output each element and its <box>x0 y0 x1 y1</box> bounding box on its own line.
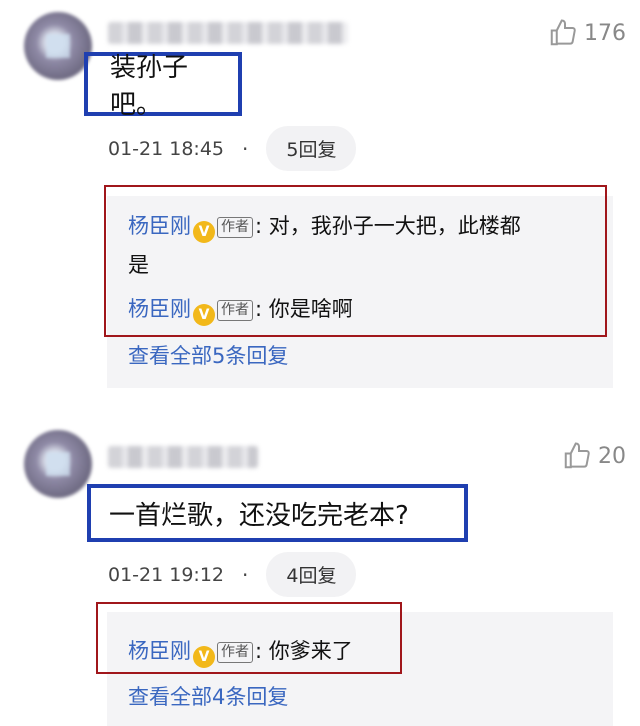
reply-text-continued: 是 <box>128 253 149 277</box>
reply-text: : 对，我孙子一大把，此楼都 <box>255 214 521 238</box>
verified-badge-icon: V <box>193 646 215 668</box>
separator-dot: · <box>242 562 249 587</box>
author-tag: 作者 <box>217 300 253 321</box>
reply-item[interactable]: 杨臣刚 V 作者: 对，我孙子一大把，此楼都 <box>128 207 521 245</box>
author-tag: 作者 <box>217 642 253 663</box>
like-button[interactable]: 20 <box>562 441 626 471</box>
thumbs-up-icon <box>564 442 590 469</box>
reply-count-button[interactable]: 4回复 <box>266 552 357 597</box>
reply-author[interactable]: 杨臣刚 <box>128 639 191 663</box>
like-button[interactable]: 176 <box>548 18 626 48</box>
view-all-replies-link[interactable]: 查看全部4条回复 <box>128 681 288 711</box>
reply-text: : 你是啥啊 <box>255 297 353 321</box>
verified-badge-icon: V <box>193 221 215 243</box>
view-all-replies-link[interactable]: 查看全部5条回复 <box>128 340 288 370</box>
comment-text: 装孙子吧。 <box>110 53 189 120</box>
reply-count-button[interactable]: 5回复 <box>266 126 357 171</box>
like-count: 176 <box>584 20 626 46</box>
comment-date: 01-21 18:45 <box>108 137 225 160</box>
avatar[interactable] <box>24 430 92 498</box>
thumbs-up-icon <box>550 19 576 46</box>
reply-author[interactable]: 杨臣刚 <box>128 214 191 238</box>
reply-item[interactable]: 杨臣刚 V 作者: 你是啥啊 <box>128 290 353 328</box>
reply-text: : 你爹来了 <box>255 639 353 663</box>
comment-text-highlight: 一首烂歌，还没吃完老本? <box>87 484 468 542</box>
username-blurred[interactable] <box>108 22 348 44</box>
verified-badge-icon: V <box>193 304 215 326</box>
comment-meta: 01-21 18:45 · 5回复 <box>108 126 357 171</box>
avatar[interactable] <box>24 12 92 80</box>
comment-text: 一首烂歌，还没吃完老本? <box>109 500 409 531</box>
author-tag: 作者 <box>217 217 253 238</box>
like-count: 20 <box>598 443 626 469</box>
reply-item[interactable]: 杨臣刚 V 作者: 你爹来了 <box>128 632 353 670</box>
reply-author[interactable]: 杨臣刚 <box>128 297 191 321</box>
comment-meta: 01-21 19:12 · 4回复 <box>108 552 357 597</box>
comment-text-highlight: 装孙子吧。 <box>84 52 242 120</box>
username-blurred[interactable] <box>108 446 258 468</box>
separator-dot: · <box>242 136 249 161</box>
comment-date: 01-21 19:12 <box>108 563 225 586</box>
